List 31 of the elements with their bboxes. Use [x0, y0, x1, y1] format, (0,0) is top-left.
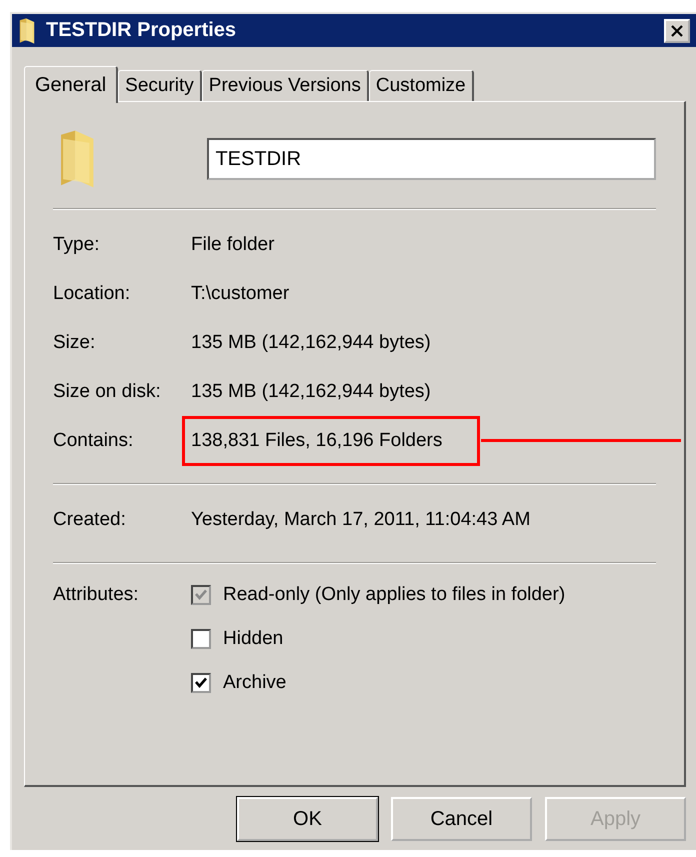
dialog-button[interactable]: OK — [237, 797, 378, 841]
checkbox[interactable] — [191, 673, 211, 693]
check-icon — [194, 676, 208, 690]
field-label: Size: — [53, 332, 96, 354]
window-title: TESTDIR Properties — [46, 19, 238, 42]
tab[interactable]: Customize — [368, 70, 474, 101]
field-label: Type: — [53, 234, 100, 256]
field-value: Yesterday, March 17, 2011, 11:04:43 AM — [191, 508, 530, 530]
field-value: 135 MB (142,162,944 bytes) — [191, 380, 431, 402]
field-label: Contains: — [53, 430, 134, 452]
field-label: Location: — [53, 282, 132, 304]
checkbox-label: Hidden — [223, 628, 284, 650]
field-label: Created: — [53, 508, 127, 530]
check-icon — [194, 588, 208, 602]
field-label: Attributes: — [53, 584, 140, 607]
dialog-button[interactable]: Cancel — [391, 797, 532, 841]
field-value: 138,831 Files, 16,196 Folders — [182, 416, 480, 466]
field-value: T:\customer — [191, 282, 290, 304]
close-icon — [670, 24, 684, 38]
folder-icon — [18, 18, 36, 44]
field-value: 135 MB (142,162,944 bytes) — [191, 332, 431, 354]
close-button[interactable] — [664, 18, 690, 42]
checkbox[interactable] — [191, 629, 211, 649]
name-field[interactable]: TESTDIR — [207, 138, 656, 180]
field-label: Size on disk: — [53, 380, 162, 402]
checkbox-label: Archive — [223, 672, 286, 694]
field-value: File folder — [191, 234, 274, 256]
checkbox-label: Read-only (Only applies to files in folder) — [223, 584, 566, 606]
tab[interactable]: General — [24, 66, 118, 103]
tab[interactable]: Previous Versions — [202, 70, 369, 101]
tab[interactable]: Security — [118, 70, 202, 101]
